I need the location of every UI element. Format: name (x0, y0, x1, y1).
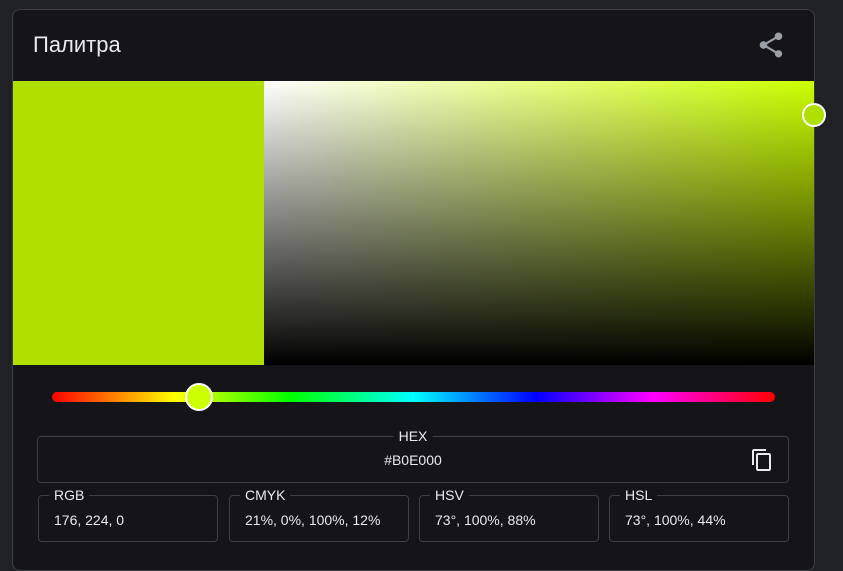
rgb-field[interactable]: RGB 176, 224, 0 (38, 487, 218, 542)
hsv-field[interactable]: HSV 73°, 100%, 88% (419, 487, 599, 542)
hex-field[interactable]: HEX #B0E000 (37, 428, 789, 483)
hsl-field[interactable]: HSL 73°, 100%, 44% (609, 487, 789, 542)
hsv-label: HSV (430, 487, 469, 503)
card-header: Палитра (13, 10, 814, 81)
cmyk-label: CMYK (240, 487, 291, 503)
hex-label: HEX (393, 428, 433, 444)
hsl-value[interactable]: 73°, 100%, 44% (625, 512, 726, 528)
value-gradient (264, 81, 814, 365)
hue-slider[interactable] (52, 383, 775, 411)
cmyk-value[interactable]: 21%, 0%, 100%, 12% (245, 512, 380, 528)
rgb-label: RGB (49, 487, 90, 503)
copy-icon[interactable] (750, 448, 774, 472)
hue-slider-handle[interactable] (184, 383, 213, 411)
card-title: Палитра (33, 32, 121, 57)
color-picker-card: Палитра HEX #B0E000 RGB 176, 224, 0 CMYK… (12, 9, 815, 571)
saturation-value-handle[interactable] (802, 103, 826, 128)
saturation-value-area[interactable] (264, 81, 814, 365)
rgb-value[interactable]: 176, 224, 0 (54, 512, 124, 528)
hsv-value[interactable]: 73°, 100%, 88% (435, 512, 536, 528)
hex-value[interactable]: #B0E000 (38, 452, 788, 468)
share-icon[interactable] (756, 30, 786, 60)
color-preview-swatch (13, 81, 264, 365)
cmyk-field[interactable]: CMYK 21%, 0%, 100%, 12% (229, 487, 409, 542)
hsl-label: HSL (620, 487, 658, 503)
